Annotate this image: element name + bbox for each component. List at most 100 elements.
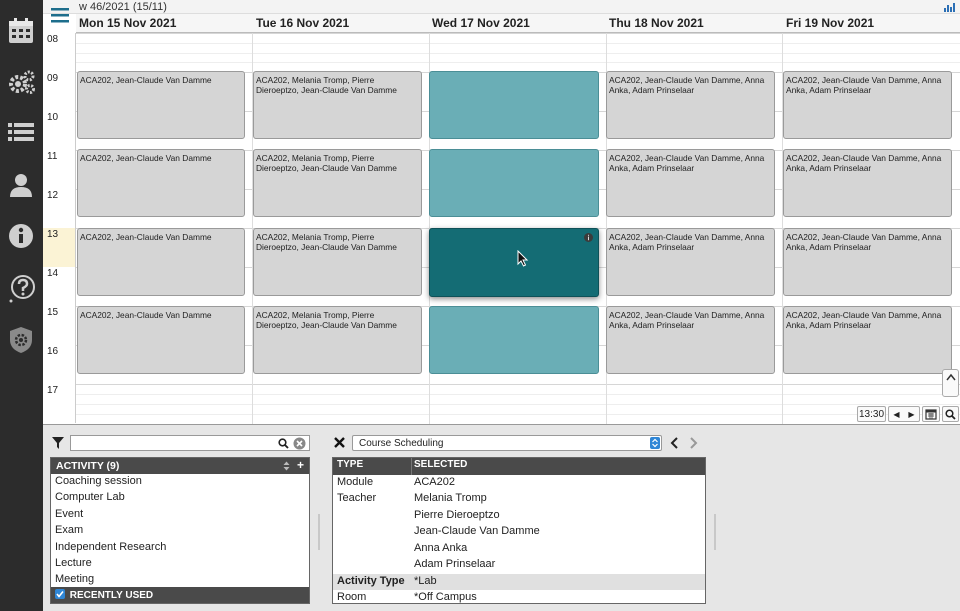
event-thu-11[interactable]: ACA202, Jean-Claude Van Damme, Anna Anka… [606,149,775,217]
filter-icon[interactable] [52,437,64,449]
event-tue-13[interactable]: ACA202, Melania Tromp, Pierre Dieroeptzo… [253,228,422,296]
magnifier-icon [945,408,956,420]
list-item[interactable]: Lecture [51,556,309,572]
hamburger-menu-icon[interactable] [49,6,71,24]
hour-label: 16 [43,345,76,384]
panel-splitter[interactable] [714,514,716,550]
event-mon-11[interactable]: ACA202, Jean-Claude Van Damme [77,149,245,217]
cell-selected: Anna Anka [414,541,468,554]
week-nav-buttons[interactable]: ◀ ▶ [888,406,920,422]
day-title-mon[interactable]: Mon 15 Nov 2021 [79,16,176,30]
cell-selected: Pierre Dieroeptzo [414,508,500,521]
checkbox-checked-icon[interactable] [55,589,65,599]
event-wed-15[interactable] [429,306,599,374]
close-icon[interactable] [334,437,345,448]
cell-selected: Jean-Claude Van Damme [414,525,540,537]
select-arrows-icon[interactable] [650,437,660,449]
add-activity-button[interactable]: + [297,458,304,472]
cell-selected: *Off Campus [414,591,477,603]
event-fri-09[interactable]: ACA202, Jean-Claude Van Damme, Anna Anka… [783,71,952,139]
day-title-wed[interactable]: Wed 17 Nov 2021 [432,16,530,30]
hour-label: 12 [43,189,76,228]
search-icon[interactable] [278,438,289,449]
event-wed-09[interactable] [429,71,599,139]
list-item[interactable]: Event [51,507,309,523]
event-tue-15[interactable]: ACA202, Melania Tromp, Pierre Dieroeptzo… [253,306,422,374]
event-wed-11[interactable] [429,149,599,217]
day-title-tue[interactable]: Tue 16 Nov 2021 [256,16,349,30]
grid-line [76,394,960,395]
clear-search-icon[interactable] [293,437,306,450]
mouse-cursor-icon [517,250,529,267]
event-mon-13[interactable]: ACA202, Jean-Claude Van Damme [77,228,245,296]
activity-panel: ACTIVITY (9) + Coaching session Computer… [50,457,310,604]
scroll-up-button[interactable] [942,369,959,397]
cell-type [333,508,412,525]
event-thu-09[interactable]: ACA202, Jean-Claude Van Damme, Anna Anka… [606,71,775,139]
grid-line [76,53,960,54]
event-tue-11[interactable]: ACA202, Melania Tromp, Pierre Dieroeptzo… [253,149,422,217]
day-header: Mon 15 Nov 2021 Tue 16 Nov 2021 Wed 17 N… [76,14,960,33]
list-item[interactable]: Independent Research [51,540,309,556]
list-icon[interactable] [4,115,38,149]
next-week-button[interactable]: ▶ [908,410,914,419]
table-row[interactable]: Jean-Claude Van Damme [333,524,705,541]
event-fri-13[interactable]: ACA202, Jean-Claude Van Damme, Anna Anka… [783,228,952,296]
week-label: w 46/2021 (15/11) [79,1,167,13]
event-thu-15[interactable]: ACA202, Jean-Claude Van Damme, Anna Anka… [606,306,775,374]
sidebar [0,0,43,611]
event-tue-09[interactable]: ACA202, Melania Tromp, Pierre Dieroeptzo… [253,71,422,139]
help-icon[interactable] [4,271,38,305]
activity-panel-header: ACTIVITY (9) + [51,458,309,474]
time-display[interactable]: 13:30 [857,406,886,422]
hour-label: 11 [43,150,76,189]
chevron-left-icon[interactable] [670,437,679,449]
panel-splitter[interactable] [318,514,320,550]
grid-line [76,43,960,44]
list-item[interactable]: Coaching session [51,474,309,490]
calendar-view: w 46/2021 (15/11) Mon 15 Nov 2021 Tue 16… [43,0,960,425]
week-bar: w 46/2021 (15/11) [43,0,960,14]
gears-icon[interactable] [4,65,38,99]
hour-label: 14 [43,267,76,306]
table-header: TYPE SELECTED [333,458,705,475]
activity-panel-title[interactable]: ACTIVITY (9) [56,460,119,472]
chevron-right-icon[interactable] [689,437,698,449]
day-title-thu[interactable]: Thu 18 Nov 2021 [609,16,704,30]
event-fri-15[interactable]: ACA202, Jean-Claude Van Damme, Anna Anka… [783,306,952,374]
info-icon[interactable] [4,219,38,253]
search-input[interactable] [70,435,310,451]
list-item[interactable]: Exam [51,523,309,539]
table-row[interactable]: Pierre Dieroeptzo [333,508,705,525]
bottom-panel: ACTIVITY (9) + Coaching session Computer… [43,426,960,611]
table-row[interactable]: Teacher Melania Tromp [333,491,705,508]
shield-icon[interactable] [4,323,38,357]
calendar-picker-button[interactable] [922,406,940,422]
calendar-icon[interactable] [4,14,38,48]
table-row[interactable]: Anna Anka [333,541,705,558]
time-grid[interactable]: 08 09 10 11 12 13 14 15 16 17 ACA202, Je… [43,33,960,424]
grid-line [76,62,960,63]
sort-arrows-icon[interactable] [283,461,290,471]
schedule-type-select[interactable]: Course Scheduling [352,435,662,451]
recently-used-label[interactable]: RECENTLY USED [70,590,153,601]
bar-chart-icon[interactable] [944,2,956,12]
zoom-button[interactable] [942,406,959,422]
event-thu-13[interactable]: ACA202, Jean-Claude Van Damme, Anna Anka… [606,228,775,296]
column-header-type[interactable]: TYPE [333,458,412,475]
table-row[interactable]: Adam Prinselaar [333,557,705,574]
table-row[interactable]: Module ACA202 [333,475,705,492]
event-fri-11[interactable]: ACA202, Jean-Claude Van Damme, Anna Anka… [783,149,952,217]
event-wed-13-selected[interactable] [429,228,599,297]
day-title-fri[interactable]: Fri 19 Nov 2021 [786,16,874,30]
table-row[interactable]: Room *Off Campus [333,590,705,603]
event-mon-09[interactable]: ACA202, Jean-Claude Van Damme [77,71,245,139]
grid-line [76,33,960,34]
list-item[interactable]: Computer Lab [51,490,309,506]
prev-week-button[interactable]: ◀ [893,410,899,419]
column-header-selected[interactable]: SELECTED [412,458,705,475]
table-row[interactable]: Activity Type *Lab [333,573,705,590]
info-icon[interactable] [584,233,593,242]
user-icon[interactable] [4,168,38,202]
event-mon-15[interactable]: ACA202, Jean-Claude Van Damme [77,306,245,374]
